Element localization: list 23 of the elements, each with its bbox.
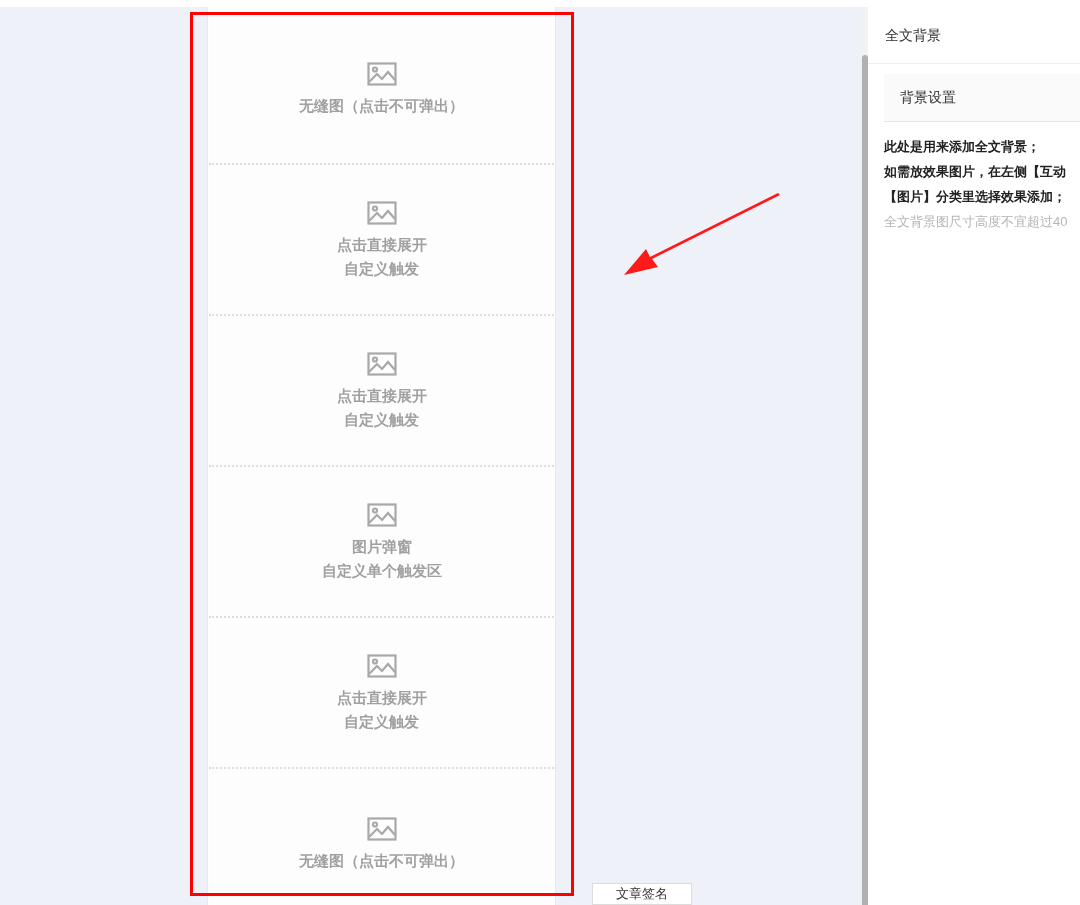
- panel-title: 全文背景: [885, 25, 941, 45]
- placeholder-label: 图片弹窗: [351, 536, 412, 557]
- placeholder-label: 点击直接展开: [336, 687, 427, 708]
- image-icon: [366, 653, 397, 678]
- placeholder-label: 无缝图（点击不可弹出）: [299, 850, 464, 871]
- note-text: 此处是用来添加全文背景；: [884, 138, 1041, 156]
- placeholder-label: 自定义单个触发区: [321, 560, 442, 581]
- placeholder-label: 自定义触发: [344, 258, 419, 279]
- section-header[interactable]: 背景设置: [884, 74, 1080, 122]
- placeholder-label: 自定义触发: [344, 409, 419, 430]
- image-icon: [366, 61, 397, 86]
- placeholder-label: 无缝图（点击不可弹出）: [299, 95, 464, 116]
- placeholder-label: 自定义触发: [344, 711, 419, 732]
- note-text: 全文背景图尺寸高度不宜超过40: [884, 213, 1069, 231]
- image-icon: [366, 502, 397, 527]
- placeholder-label: 点击直接展开: [336, 385, 427, 406]
- note-text: 如需放效果图片，在左侧【互动: [884, 163, 1067, 181]
- placeholder-label: 点击直接展开: [336, 234, 427, 255]
- note-text: 【图片】分类里选择效果添加；: [884, 188, 1067, 206]
- image-icon: [366, 200, 397, 225]
- image-icon: [366, 816, 397, 841]
- signature-button[interactable]: 文章签名: [592, 883, 692, 905]
- image-icon: [366, 351, 397, 376]
